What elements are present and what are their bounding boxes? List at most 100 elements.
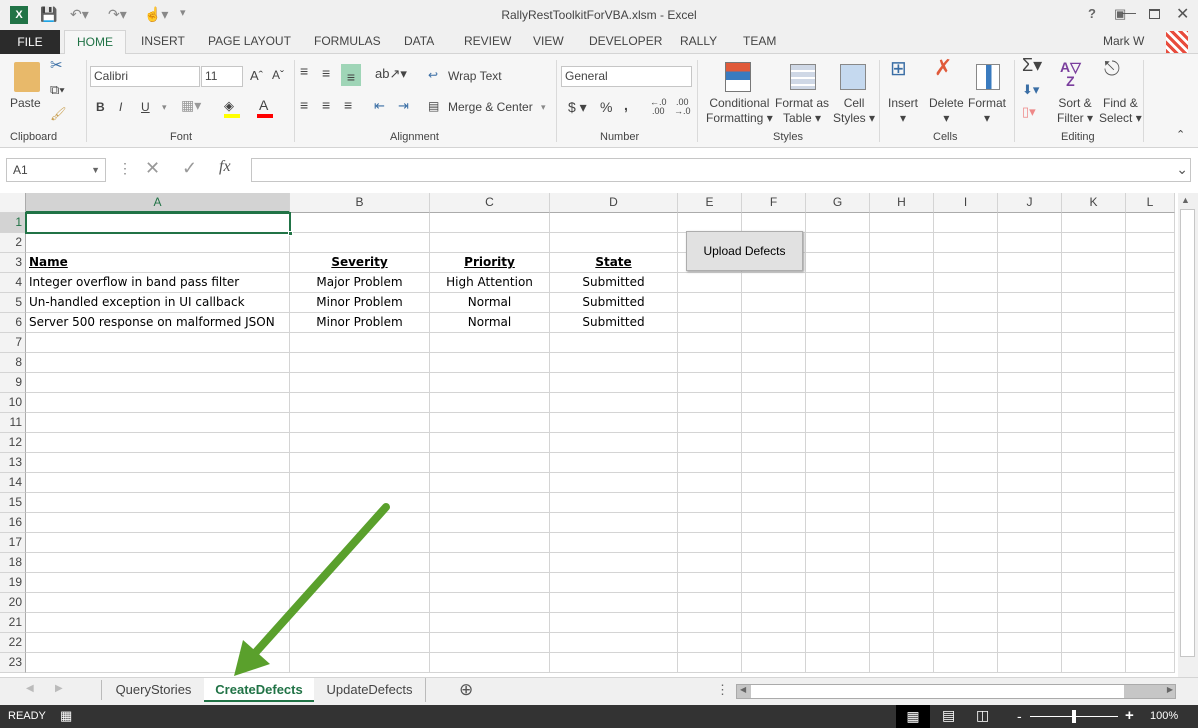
cell-c8[interactable] (430, 353, 550, 373)
italic-button[interactable]: I (119, 100, 122, 115)
row-header-12[interactable]: 12 (0, 433, 26, 453)
cell-a17[interactable] (26, 533, 290, 553)
cell-h3[interactable] (870, 253, 934, 273)
row-header-21[interactable]: 21 (0, 613, 26, 633)
cell-j3[interactable] (998, 253, 1062, 273)
column-header-f[interactable]: F (742, 193, 806, 213)
cell-h23[interactable] (870, 653, 934, 673)
format-as-table-button[interactable]: Format as Table ▾ (775, 96, 829, 126)
cell-k17[interactable] (1062, 533, 1126, 553)
column-header-g[interactable]: G (806, 193, 870, 213)
cell-b16[interactable] (290, 513, 430, 533)
tab-data[interactable]: DATA (404, 34, 434, 48)
cell-e1[interactable] (678, 213, 742, 233)
cell-g4[interactable] (806, 273, 870, 293)
cell-d12[interactable] (550, 433, 678, 453)
cell-a16[interactable] (26, 513, 290, 533)
cell-f12[interactable] (742, 433, 806, 453)
fill-color-icon[interactable]: ◈ (224, 98, 234, 113)
cell-f15[interactable] (742, 493, 806, 513)
zoom-in-button[interactable]: + (1125, 707, 1134, 724)
cell-g18[interactable] (806, 553, 870, 573)
cell-a19[interactable] (26, 573, 290, 593)
cell-g14[interactable] (806, 473, 870, 493)
cell-c3[interactable]: Priority (430, 253, 550, 273)
vertical-scrollbar[interactable]: ▲ (1178, 193, 1198, 677)
shrink-font-icon[interactable]: Aˇ (272, 68, 284, 83)
cell-l18[interactable] (1126, 553, 1175, 573)
cell-e13[interactable] (678, 453, 742, 473)
row-header-7[interactable]: 7 (0, 333, 26, 353)
cell-k22[interactable] (1062, 633, 1126, 653)
normal-view-icon[interactable]: ▦ (896, 705, 930, 728)
cell-b1[interactable] (290, 213, 430, 233)
cell-g5[interactable] (806, 293, 870, 313)
column-header-c[interactable]: C (430, 193, 550, 213)
cell-i4[interactable] (934, 273, 998, 293)
cell-a10[interactable] (26, 393, 290, 413)
cell-b4[interactable]: Major Problem (290, 273, 430, 293)
bold-button[interactable]: B (96, 100, 105, 115)
cell-i2[interactable] (934, 233, 998, 253)
cell-l11[interactable] (1126, 413, 1175, 433)
row-header-13[interactable]: 13 (0, 453, 26, 473)
cell-j10[interactable] (998, 393, 1062, 413)
cell-k18[interactable] (1062, 553, 1126, 573)
cell-d5[interactable]: Submitted (550, 293, 678, 313)
cell-j7[interactable] (998, 333, 1062, 353)
cell-j15[interactable] (998, 493, 1062, 513)
cell-j16[interactable] (998, 513, 1062, 533)
cell-j20[interactable] (998, 593, 1062, 613)
cell-b22[interactable] (290, 633, 430, 653)
cell-g21[interactable] (806, 613, 870, 633)
number-format-dropdown[interactable]: General (561, 66, 692, 87)
align-right-icon[interactable]: ≡ (344, 98, 352, 113)
cell-e11[interactable] (678, 413, 742, 433)
row-header-11[interactable]: 11 (0, 413, 26, 433)
cell-g8[interactable] (806, 353, 870, 373)
user-avatar[interactable] (1166, 31, 1188, 53)
cell-k6[interactable] (1062, 313, 1126, 333)
cell-j19[interactable] (998, 573, 1062, 593)
cell-f1[interactable] (742, 213, 806, 233)
cell-j1[interactable] (998, 213, 1062, 233)
row-header-5[interactable]: 5 (0, 293, 26, 313)
cancel-icon[interactable]: ✕ (145, 158, 160, 179)
find-select-button[interactable]: Find & Select ▾ (1099, 96, 1142, 126)
column-header-k[interactable]: K (1062, 193, 1126, 213)
cell-d10[interactable] (550, 393, 678, 413)
cell-k2[interactable] (1062, 233, 1126, 253)
tab-review[interactable]: REVIEW (464, 34, 511, 48)
cell-k16[interactable] (1062, 513, 1126, 533)
macro-record-icon[interactable]: ▦ (60, 708, 72, 724)
row-header-15[interactable]: 15 (0, 493, 26, 513)
sheet-tab-querystories[interactable]: QueryStories (103, 678, 204, 702)
clear-icon[interactable]: ▯▾ (1022, 104, 1036, 119)
cell-i14[interactable] (934, 473, 998, 493)
fill-handle[interactable] (288, 231, 293, 236)
cell-g10[interactable] (806, 393, 870, 413)
cell-k23[interactable] (1062, 653, 1126, 673)
cell-a11[interactable] (26, 413, 290, 433)
cell-c9[interactable] (430, 373, 550, 393)
cell-b14[interactable] (290, 473, 430, 493)
cell-j11[interactable] (998, 413, 1062, 433)
cell-b13[interactable] (290, 453, 430, 473)
page-break-view-icon[interactable]: ◫ (976, 707, 989, 724)
column-header-i[interactable]: I (934, 193, 998, 213)
zoom-out-button[interactable]: - (1017, 708, 1022, 724)
cell-b2[interactable] (290, 233, 430, 253)
cell-i15[interactable] (934, 493, 998, 513)
sort-filter-button[interactable]: Sort & Filter ▾ (1057, 96, 1093, 126)
insert-button[interactable]: Insert ▾ (888, 96, 918, 126)
cell-i16[interactable] (934, 513, 998, 533)
cell-g17[interactable] (806, 533, 870, 553)
cell-f11[interactable] (742, 413, 806, 433)
increase-decimal-icon[interactable]: ←.0.00 (650, 98, 667, 116)
cell-h7[interactable] (870, 333, 934, 353)
cell-d1[interactable] (550, 213, 678, 233)
cell-b12[interactable] (290, 433, 430, 453)
cell-c19[interactable] (430, 573, 550, 593)
cell-k21[interactable] (1062, 613, 1126, 633)
cell-i19[interactable] (934, 573, 998, 593)
